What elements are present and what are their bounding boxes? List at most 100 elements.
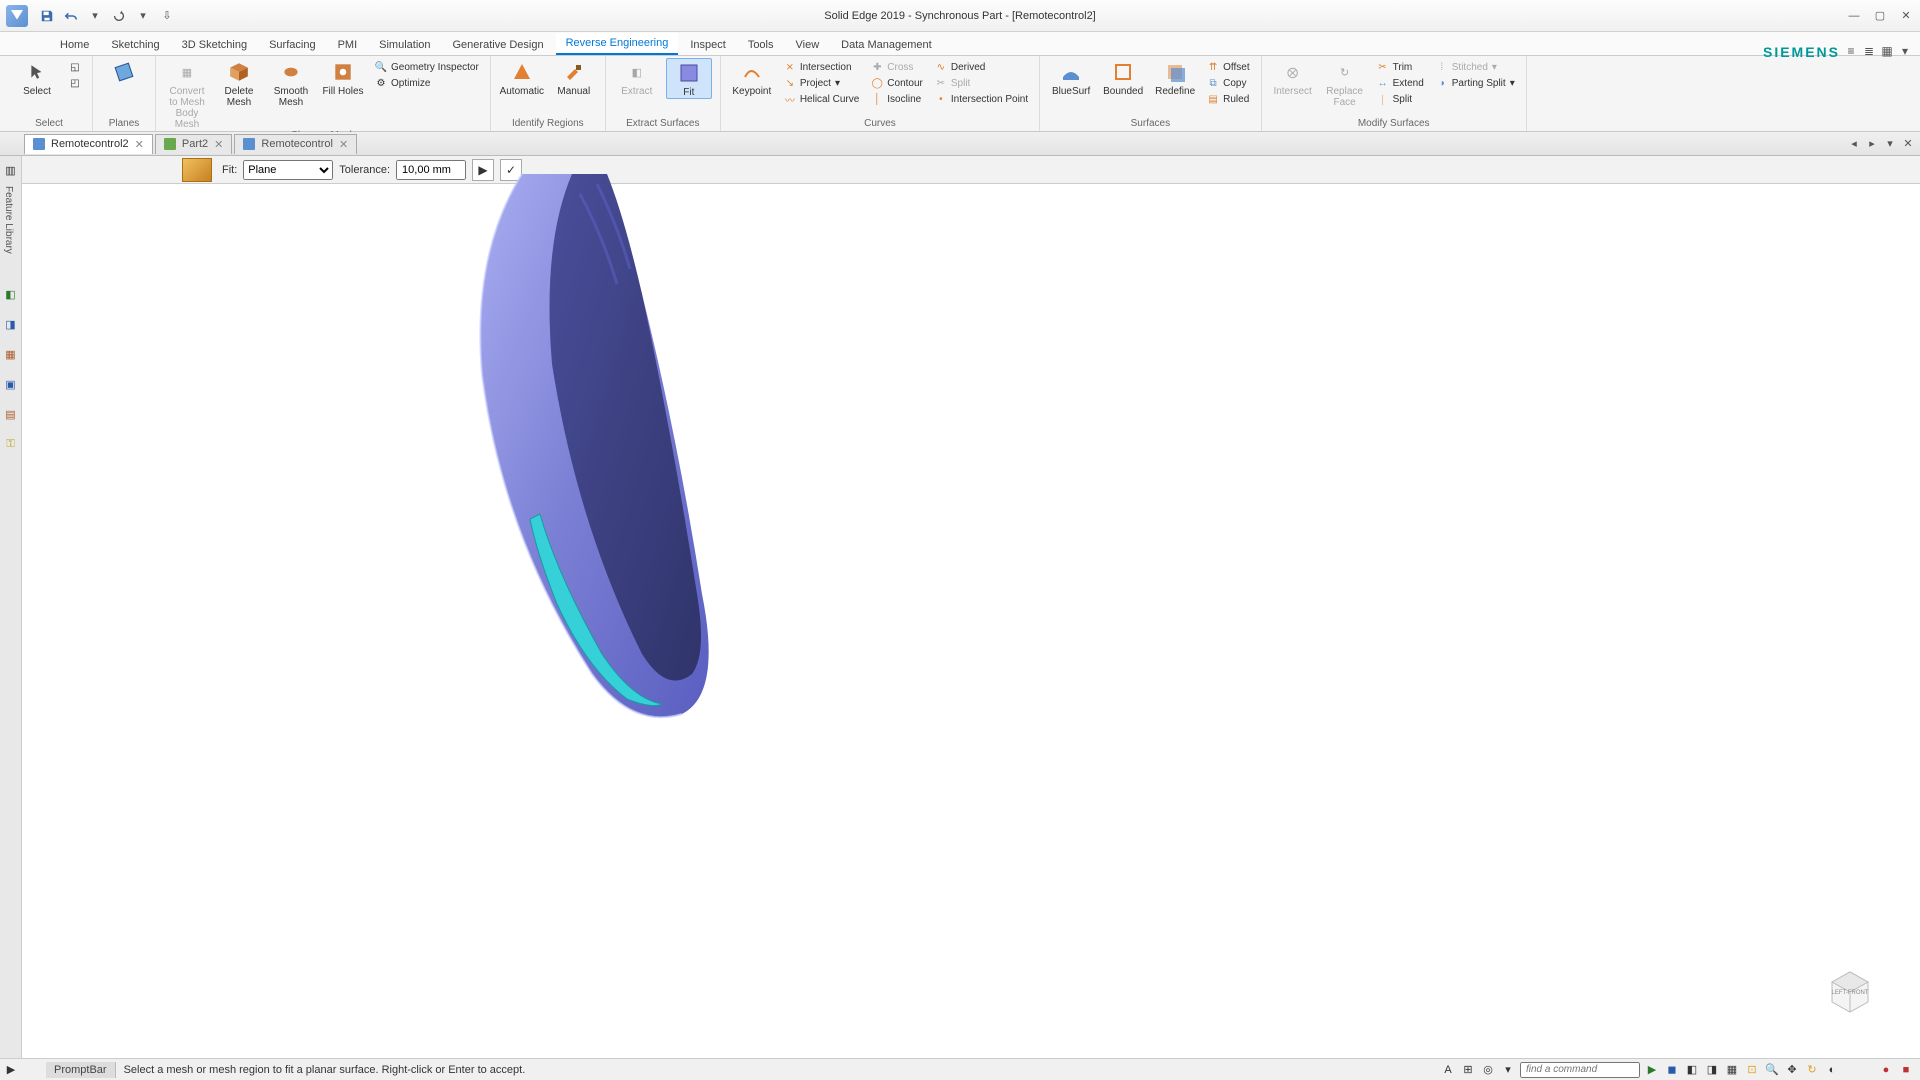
plane-icon — [112, 60, 136, 84]
trim-button[interactable]: ✂Trim — [1374, 60, 1427, 74]
optimize-button[interactable]: ⚙Optimize — [372, 76, 482, 90]
tab-close-all-icon[interactable]: ✕ — [1900, 136, 1916, 152]
fit-type-select[interactable]: Plane — [243, 160, 333, 180]
tab-3d-sketching[interactable]: 3D Sketching — [172, 35, 257, 55]
tab-prev-icon[interactable]: ◂ — [1846, 136, 1862, 152]
manual-regions-button[interactable]: Manual — [551, 58, 597, 97]
status-rotate-icon[interactable]: ↻ — [1804, 1062, 1820, 1078]
parting-split-button[interactable]: ◑Parting Split ▾ — [1433, 76, 1518, 90]
fill-holes-button[interactable]: Fill Holes — [320, 58, 366, 97]
status-view-5-icon[interactable]: ▦ — [1724, 1062, 1740, 1078]
fit-button[interactable]: Fit — [666, 58, 712, 99]
intersection-curve-button[interactable]: ⨯Intersection — [781, 60, 862, 74]
tab-home[interactable]: Home — [50, 35, 99, 55]
status-view-2-icon[interactable]: ◼ — [1664, 1062, 1680, 1078]
status-view-4-icon[interactable]: ◨ — [1704, 1062, 1720, 1078]
select-opt-1[interactable]: ◱ — [66, 60, 84, 74]
rail-btn-4[interactable]: ▦ — [3, 346, 19, 362]
close-tab-icon[interactable]: ✕ — [214, 138, 223, 151]
rail-btn-3[interactable]: ◨ — [3, 316, 19, 332]
geometry-inspector-button[interactable]: 🔍Geometry Inspector — [372, 60, 482, 74]
group-extract-surfaces: ◧ Extract Fit Extract Surfaces — [606, 56, 721, 131]
rotate-icon[interactable] — [110, 7, 128, 25]
delete-mesh-button[interactable]: Delete Mesh — [216, 58, 262, 108]
close-tab-icon[interactable]: ✕ — [135, 138, 144, 151]
tab-surfacing[interactable]: Surfacing — [259, 35, 325, 55]
offset-surface-button[interactable]: ⇈Offset — [1204, 60, 1253, 74]
view-orientation-cube[interactable]: LEFT-FRONT — [1820, 958, 1880, 1018]
ribbon-opt-1-icon[interactable]: ≡ — [1844, 44, 1858, 58]
status-snap-icon[interactable]: ◎ — [1480, 1062, 1496, 1078]
keypoint-button[interactable]: Keypoint — [729, 58, 775, 97]
status-view-1-icon[interactable]: ▶ — [1644, 1062, 1660, 1078]
restore-button[interactable]: ▢ — [1872, 8, 1888, 24]
doc-tab-part2[interactable]: Part2 ✕ — [155, 134, 233, 154]
redefine-button[interactable]: Redefine — [1152, 58, 1198, 97]
rail-btn-5[interactable]: ▣ — [3, 376, 19, 392]
planes-button[interactable] — [101, 58, 147, 84]
minimize-button[interactable]: — — [1846, 8, 1862, 24]
ribbon-opt-4-icon[interactable]: ▾ — [1898, 44, 1912, 58]
rail-btn-7[interactable]: ⚿ — [3, 436, 19, 452]
command-finder-input[interactable] — [1520, 1062, 1640, 1078]
status-shade-icon[interactable]: ◐ — [1824, 1062, 1840, 1078]
status-misc-icon[interactable]: ▾ — [1500, 1062, 1516, 1078]
tab-data-management[interactable]: Data Management — [831, 35, 942, 55]
status-zoom-icon[interactable]: 🔍 — [1764, 1062, 1780, 1078]
undo-icon[interactable] — [62, 7, 80, 25]
dropdown-icon[interactable]: ▾ — [86, 7, 104, 25]
extend-button[interactable]: ↔Extend — [1374, 76, 1427, 90]
tab-inspect[interactable]: Inspect — [680, 35, 735, 55]
split-surface-button[interactable]: ｜Split — [1374, 92, 1427, 106]
tab-sketching[interactable]: Sketching — [101, 35, 169, 55]
status-rec-icon[interactable]: ● — [1878, 1062, 1894, 1078]
extract-button: ◧ Extract — [614, 58, 660, 97]
copy-surface-button[interactable]: ⧉Copy — [1204, 76, 1253, 90]
ribbon-opt-2-icon[interactable]: ≣ — [1862, 44, 1876, 58]
fill-holes-icon — [331, 60, 355, 84]
doc-tab-label: Remotecontrol — [261, 138, 333, 150]
doc-tab-remotecontrol[interactable]: Remotecontrol ✕ — [234, 134, 357, 154]
contour-curve-button[interactable]: ◯Contour — [868, 76, 926, 90]
tab-view[interactable]: View — [786, 35, 830, 55]
status-stop-icon[interactable]: ■ — [1898, 1062, 1914, 1078]
isocline-button[interactable]: │Isocline — [868, 92, 926, 106]
bluesurf-button[interactable]: BlueSurf — [1048, 58, 1094, 97]
intersection-point-button[interactable]: •Intersection Point — [932, 92, 1031, 106]
tab-pmi[interactable]: PMI — [328, 35, 368, 55]
save-icon[interactable] — [38, 7, 56, 25]
status-grid-icon[interactable]: ⊞ — [1460, 1062, 1476, 1078]
select-button[interactable]: Select — [14, 58, 60, 97]
rail-btn-6[interactable]: ▤ — [3, 406, 19, 422]
smooth-mesh-button[interactable]: Smooth Mesh — [268, 58, 314, 108]
bounded-button[interactable]: Bounded — [1100, 58, 1146, 97]
auto-regions-button[interactable]: Automatic — [499, 58, 545, 97]
rail-btn-1[interactable]: ▥ — [3, 162, 19, 178]
tab-reverse-engineering[interactable]: Reverse Engineering — [556, 33, 679, 55]
rail-btn-2[interactable]: ◧ — [3, 286, 19, 302]
helical-curve-button[interactable]: 〰Helical Curve — [781, 92, 862, 106]
graphics-viewport[interactable]: LEFT-FRONT — [22, 184, 1920, 1058]
tab-tools[interactable]: Tools — [738, 35, 784, 55]
status-zoom-fit-icon[interactable]: ⊡ — [1744, 1062, 1760, 1078]
status-format-icon[interactable]: A — [1440, 1062, 1456, 1078]
select-opt-2[interactable]: ◰ — [66, 76, 84, 90]
derived-curve-button[interactable]: ∿Derived — [932, 60, 1031, 74]
tab-simulation[interactable]: Simulation — [369, 35, 440, 55]
app-menu-button[interactable] — [6, 5, 28, 27]
ribbon-opt-3-icon[interactable]: ▦ — [1880, 44, 1894, 58]
qat-customize-icon[interactable]: ⇩ — [158, 7, 176, 25]
tab-generative-design[interactable]: Generative Design — [443, 35, 554, 55]
tab-next-icon[interactable]: ▸ — [1864, 136, 1880, 152]
tab-list-icon[interactable]: ▾ — [1882, 136, 1898, 152]
project-curve-button[interactable]: ↘Project ▾ — [781, 76, 862, 90]
close-button[interactable]: ✕ — [1898, 8, 1914, 24]
promptbar-label: PromptBar — [46, 1062, 116, 1078]
doc-tab-remotecontrol2[interactable]: Remotecontrol2 ✕ — [24, 134, 153, 154]
close-tab-icon[interactable]: ✕ — [339, 138, 348, 151]
ruled-surface-button[interactable]: ▤Ruled — [1204, 92, 1253, 106]
status-view-3-icon[interactable]: ◧ — [1684, 1062, 1700, 1078]
qat-dropdown-icon[interactable]: ▾ — [134, 7, 152, 25]
status-pan-icon[interactable]: ✥ — [1784, 1062, 1800, 1078]
fit-type-label: Fit: — [222, 164, 237, 176]
